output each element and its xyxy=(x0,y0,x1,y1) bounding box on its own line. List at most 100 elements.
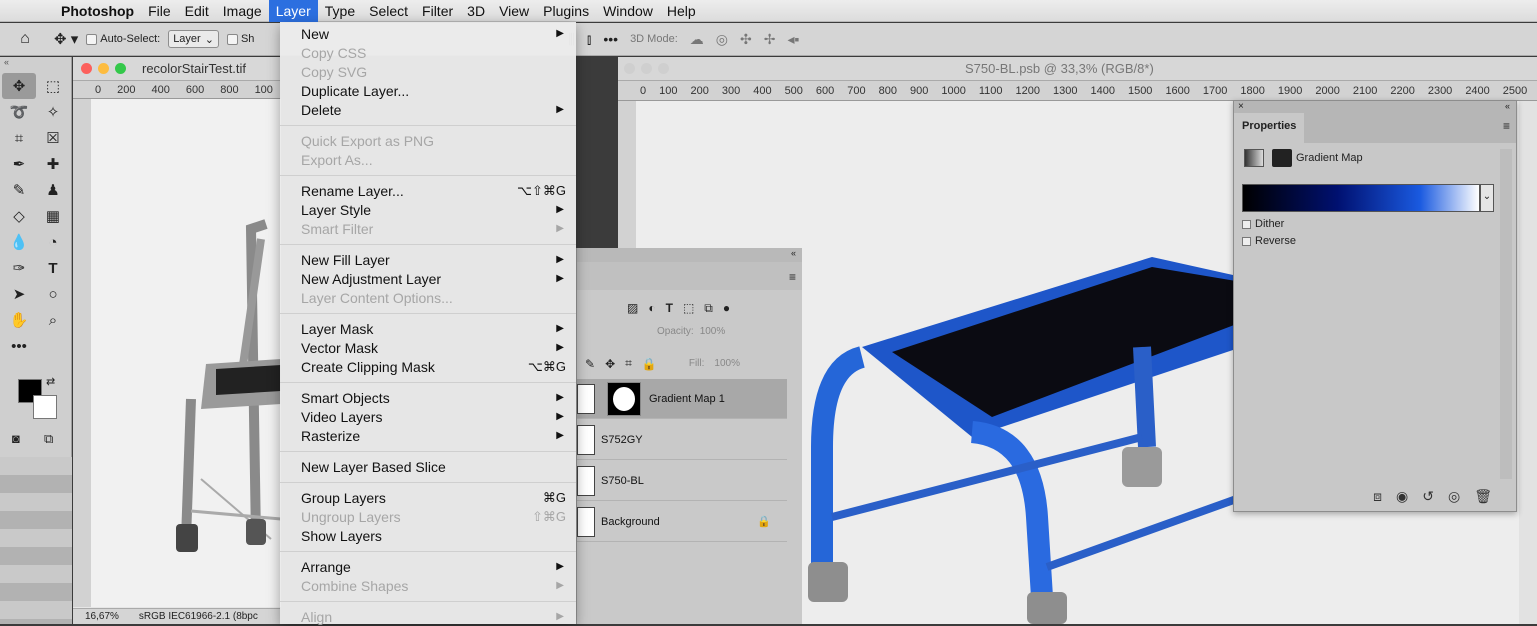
menu-item-layer-mask[interactable]: Layer Mask ▶ xyxy=(280,319,576,338)
gradient-dropdown-icon[interactable]: ⌄ xyxy=(1480,184,1494,212)
menu-item-delete[interactable]: Delete ▶ xyxy=(280,100,576,119)
3d-scale-icon[interactable]: ◂▪ xyxy=(787,31,799,48)
delete-icon[interactable]: 🗑 xyxy=(1474,488,1492,505)
collapse-icon[interactable]: « xyxy=(0,57,71,69)
menu-item-create-clipping-mask[interactable]: Create Clipping Mask ⌥⌘G xyxy=(280,357,576,376)
move-tool-icon[interactable]: ✥ ▾ xyxy=(50,23,82,56)
view-previous-icon[interactable]: ◉ xyxy=(1396,488,1408,505)
menu-plugins[interactable]: Plugins xyxy=(536,0,596,22)
hand-icon[interactable]: ✋ xyxy=(2,307,36,333)
reset-icon[interactable]: ↺ xyxy=(1422,488,1434,505)
home-icon[interactable]: ⌂ xyxy=(0,23,50,56)
menu-view[interactable]: View xyxy=(492,0,536,22)
background-color-swatch[interactable] xyxy=(33,395,57,419)
layers-panel-collapse-icon[interactable]: « xyxy=(577,248,802,262)
gradient-icon[interactable]: ▦ xyxy=(36,203,70,229)
lasso-icon[interactable]: ➰ xyxy=(2,99,36,125)
healing-icon[interactable]: ✚ xyxy=(36,151,70,177)
zoom-window-icon[interactable] xyxy=(115,63,126,74)
filter-shape-icon[interactable]: ⬚ xyxy=(683,301,694,315)
menu-item-group-layers[interactable]: Group Layers ⌘G xyxy=(280,488,576,507)
zoom-window-icon[interactable] xyxy=(658,63,669,74)
menu-3d[interactable]: 3D xyxy=(460,0,492,22)
3d-slide-icon[interactable]: ✢ xyxy=(764,31,776,48)
minimize-window-icon[interactable] xyxy=(641,63,652,74)
layer-row[interactable]: Gradient Map 1 xyxy=(577,379,787,419)
path-select-icon[interactable]: ➤ xyxy=(2,281,36,307)
move-icon[interactable]: ✥ xyxy=(2,73,36,99)
filter-pixel-icon[interactable]: ▨ xyxy=(627,301,638,315)
opacity-control[interactable]: Opacity: 100% xyxy=(657,326,725,337)
zoom-level[interactable]: 16,67% xyxy=(85,611,119,622)
menu-item-video-layers[interactable]: Video Layers ▶ xyxy=(280,407,576,426)
menu-item-show-layers[interactable]: Show Layers xyxy=(280,526,576,545)
menu-item-layer-style[interactable]: Layer Style ▶ xyxy=(280,200,576,219)
close-window-icon[interactable] xyxy=(81,63,92,74)
menu-item-new-adjustment-layer[interactable]: New Adjustment Layer ▶ xyxy=(280,269,576,288)
adjustment-icon[interactable] xyxy=(1244,149,1264,167)
layer-row[interactable]: S750-BL xyxy=(577,461,787,501)
lock-all-icon[interactable]: 🔒 xyxy=(642,357,657,371)
minimize-window-icon[interactable] xyxy=(98,63,109,74)
menu-window[interactable]: Window xyxy=(596,0,660,22)
auto-select-dropdown[interactable]: Layer ⌄ xyxy=(168,30,219,48)
menu-item-new-layer-based-slice[interactable]: New Layer Based Slice xyxy=(280,457,576,476)
filter-toggle-icon[interactable]: ● xyxy=(723,301,730,315)
menu-edit[interactable]: Edit xyxy=(178,0,216,22)
properties-tab[interactable]: Properties xyxy=(1234,113,1304,143)
lock-pixels-icon[interactable]: ✎ xyxy=(585,357,595,371)
blur-icon[interactable]: 💧 xyxy=(2,229,36,255)
menu-layer[interactable]: Layer xyxy=(268,0,318,22)
app-menu[interactable]: Photoshop xyxy=(54,0,141,22)
menu-item-new[interactable]: New ▶ xyxy=(280,24,576,43)
3d-roll-icon[interactable]: ◎ xyxy=(716,31,728,48)
align-icon[interactable]: ⫾ xyxy=(587,31,591,48)
eraser-icon[interactable]: ◇ xyxy=(2,203,36,229)
ellipse-icon[interactable]: ○ xyxy=(36,281,70,307)
menu-select[interactable]: Select xyxy=(362,0,415,22)
filter-smart-icon[interactable]: ⧉ xyxy=(704,301,713,316)
layer-row[interactable]: Background 🔒 xyxy=(577,502,787,542)
brush-icon[interactable]: ✎ xyxy=(2,177,36,203)
menu-image[interactable]: Image xyxy=(216,0,269,22)
3d-pan-icon[interactable]: ✣ xyxy=(740,31,752,48)
layer-row[interactable]: S752GY xyxy=(577,420,787,460)
menu-help[interactable]: Help xyxy=(660,0,703,22)
dodge-icon[interactable]: ◔ xyxy=(36,229,70,255)
left-canvas[interactable] xyxy=(91,99,282,607)
screen-mode-icon[interactable]: ⧉ xyxy=(44,431,53,447)
close-panel-icon[interactable]: × xyxy=(1238,101,1244,112)
panel-menu-icon[interactable]: ≡ xyxy=(1503,119,1510,133)
menu-item-rasterize[interactable]: Rasterize ▶ xyxy=(280,426,576,445)
menu-filter[interactable]: Filter xyxy=(415,0,460,22)
menu-item-duplicate-layer[interactable]: Duplicate Layer... xyxy=(280,81,576,100)
mask-icon[interactable] xyxy=(1272,149,1292,167)
menu-type[interactable]: Type xyxy=(318,0,362,22)
menu-item-new-fill-layer[interactable]: New Fill Layer ▶ xyxy=(280,250,576,269)
visibility-icon[interactable]: ◎ xyxy=(1448,488,1460,505)
type-icon[interactable]: T xyxy=(36,255,70,281)
fill-value[interactable]: 100% xyxy=(714,358,740,369)
3d-orbit-icon[interactable]: ☁ xyxy=(690,31,704,48)
menu-item-rename-layer[interactable]: Rename Layer... ⌥⇧⌘G xyxy=(280,181,576,200)
menu-item-arrange[interactable]: Arrange ▶ xyxy=(280,557,576,576)
dither-checkbox[interactable] xyxy=(1242,219,1251,229)
filter-adjustment-icon[interactable]: ◐ xyxy=(648,301,655,315)
stamp-icon[interactable]: ♟ xyxy=(36,177,70,203)
collapse-panel-icon[interactable]: « xyxy=(1505,101,1510,111)
menu-item-vector-mask[interactable]: Vector Mask ▶ xyxy=(280,338,576,357)
show-transform-checkbox[interactable] xyxy=(226,33,238,45)
pen-icon[interactable]: ✑ xyxy=(2,255,36,281)
layers-panel-menu-icon[interactable]: ≡ xyxy=(577,262,802,290)
more-options-icon[interactable]: ••• xyxy=(603,31,618,47)
layer-mask-thumbnail[interactable] xyxy=(607,381,641,416)
reverse-checkbox[interactable] xyxy=(1242,236,1251,246)
zoom-icon[interactable]: ⌕ xyxy=(36,307,70,333)
gradient-picker[interactable] xyxy=(1242,184,1480,212)
clip-to-layer-icon[interactable]: ⧈ xyxy=(1373,488,1382,505)
right-scrollbar[interactable] xyxy=(1519,101,1537,624)
crop-icon[interactable]: ⌗ xyxy=(2,125,36,151)
frame-icon[interactable]: ☒ xyxy=(36,125,70,151)
eyedropper-icon[interactable]: ✒ xyxy=(2,151,36,177)
lock-artboard-icon[interactable]: ⌗ xyxy=(625,356,632,371)
